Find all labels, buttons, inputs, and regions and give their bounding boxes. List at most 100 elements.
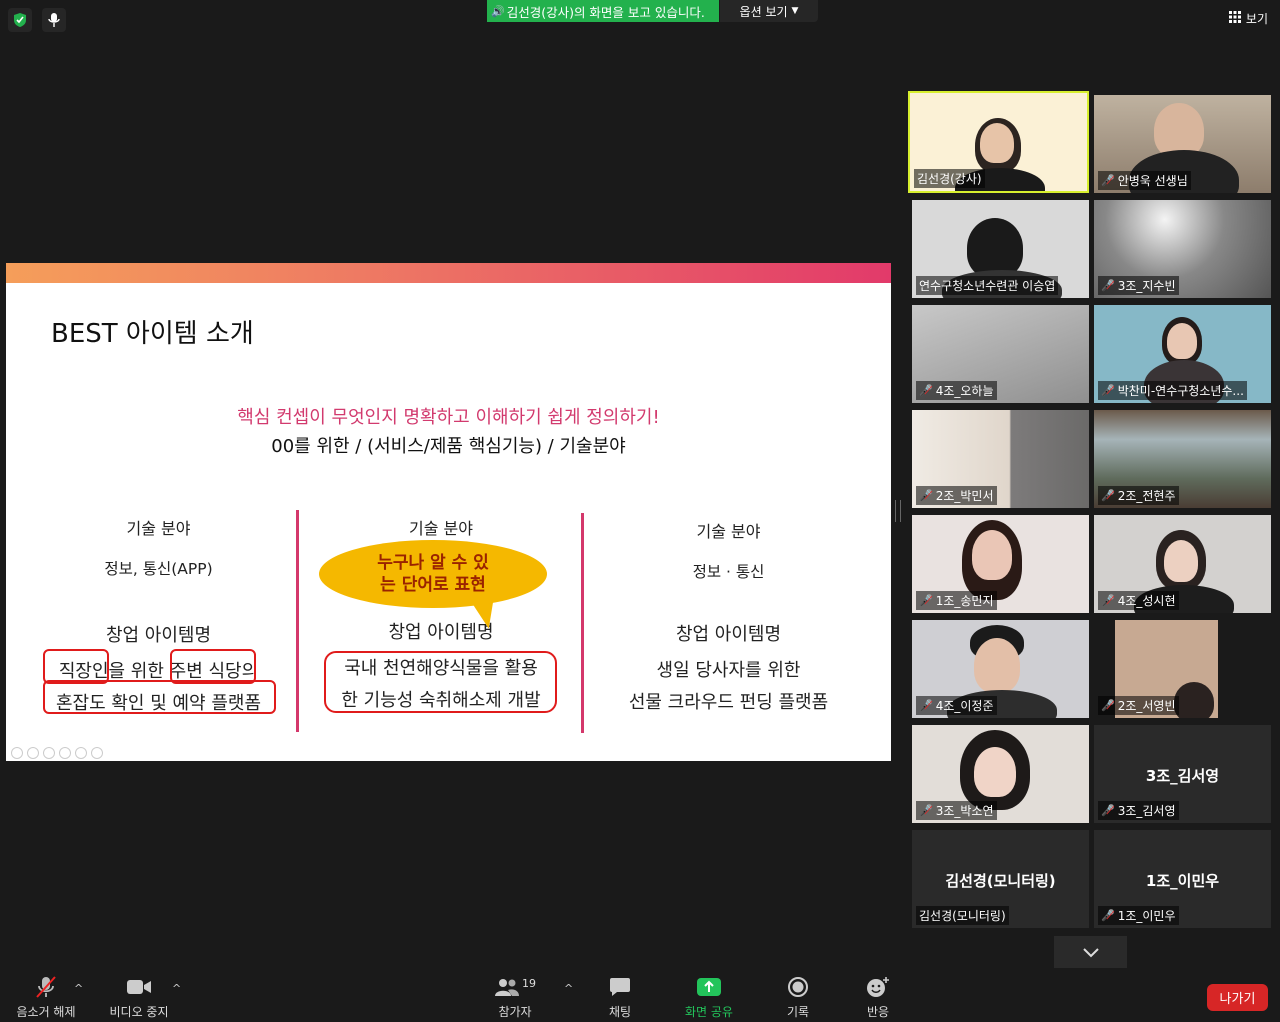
- stop-video-label: 비디오 중지: [109, 1005, 169, 1019]
- column-divider: [296, 510, 299, 732]
- participants-button[interactable]: 19 참가자: [490, 975, 540, 1020]
- participant-tile[interactable]: 김선경(모니터링) 김선경(모니터링): [912, 830, 1089, 928]
- participant-tile[interactable]: 🎤̸ 3조_지수빈: [1094, 200, 1271, 298]
- column-field: 정보, 통신(APP): [104, 560, 213, 578]
- participant-display-name: 1조_이민우: [1145, 872, 1220, 890]
- muted-mic-icon: 🎤̸: [1101, 594, 1115, 607]
- muted-mic-icon: 🎤̸: [1101, 699, 1115, 712]
- speech-bubble: 누구나 알 수 있 는 단어로 표현: [319, 540, 547, 608]
- zoom-icon[interactable]: [75, 747, 87, 759]
- participant-tile[interactable]: 🎤̸ 2조_서영빈: [1094, 620, 1271, 718]
- slide-column-3: 기술 분야 정보 · 통신 창업 아이템명 생일 당사자를 위한 선물 크라우드…: [606, 518, 851, 714]
- record-icon: [776, 975, 820, 999]
- participant-name: 🎤̸ 2조_전현주: [1098, 486, 1179, 505]
- audio-options-caret[interactable]: ^: [74, 982, 83, 995]
- shared-slide: BEST 아이템 소개 핵심 컨셉이 무엇인지 명확하고 이해하기 쉽게 정의하…: [6, 263, 891, 761]
- participant-tile[interactable]: 🎤̸ 2조_박민서: [912, 410, 1089, 508]
- column-item-label: 창업 아이템명: [388, 622, 494, 643]
- chat-bubble-icon: [598, 975, 642, 999]
- participant-name: 🎤̸ 1조_이민우: [1098, 906, 1179, 925]
- bubble-line1: 누구나 알 수 있: [377, 553, 489, 573]
- view-options-label: 옵션 보기: [739, 4, 788, 19]
- stop-video-button[interactable]: 비디오 중지: [104, 975, 174, 1020]
- participant-face: [1167, 323, 1197, 359]
- participant-face: [980, 123, 1014, 163]
- reactions-button[interactable]: 반응: [856, 975, 900, 1020]
- participant-face: [974, 638, 1020, 693]
- participant-tile[interactable]: 🎤̸ 3조_박소연: [912, 725, 1089, 823]
- muted-mic-icon: 🎤̸: [1101, 384, 1115, 397]
- column-divider: [581, 513, 584, 733]
- prev-slide-icon[interactable]: [11, 747, 23, 759]
- muted-mic-icon: 🎤̸: [919, 594, 933, 607]
- slide-controls[interactable]: [11, 747, 103, 759]
- participant-tile[interactable]: 🎤̸ 안병욱 선생님: [1094, 95, 1271, 193]
- leave-meeting-button[interactable]: 나가기: [1207, 984, 1268, 1011]
- participant-tile[interactable]: 🎤̸ 4조_이정준: [912, 620, 1089, 718]
- participant-name: 🎤̸ 박찬미-연수구청소년수...: [1098, 381, 1247, 400]
- share-screen-icon: [680, 975, 738, 999]
- share-screen-button[interactable]: 화면 공유: [680, 975, 738, 1020]
- highlight-box: [43, 680, 276, 714]
- participant-face: [974, 747, 1016, 797]
- highlight-box: [170, 649, 256, 684]
- participant-name: 연수구청소년수련관 이승엽: [916, 276, 1059, 295]
- participant-tile[interactable]: 김선경(강사): [908, 91, 1089, 193]
- participant-tile[interactable]: 1조_이민우 🎤̸ 1조_이민우: [1094, 830, 1271, 928]
- participant-name: 🎤̸ 1조_송민지: [916, 591, 997, 610]
- participant-name: 김선경(모니터링): [916, 906, 1009, 925]
- column-field: 정보 · 통신: [692, 563, 765, 581]
- chevron-down-icon: [1082, 943, 1099, 962]
- gallery-next-page-button[interactable]: [1054, 936, 1127, 968]
- microphone-status-icon[interactable]: [42, 8, 66, 32]
- gallery-view-button[interactable]: 보기: [1228, 10, 1268, 27]
- next-slide-icon[interactable]: [27, 747, 39, 759]
- participant-tile[interactable]: 🎤̸ 박찬미-연수구청소년수...: [1094, 305, 1271, 403]
- participant-display-name: 3조_김서영: [1145, 767, 1220, 785]
- video-options-caret[interactable]: ^: [172, 982, 181, 995]
- slide-subtitle-accent: 핵심 컨셉이 무엇인지 명확하고 이해하기 쉽게 정의하기!: [237, 407, 660, 428]
- record-label: 기록: [786, 1005, 810, 1019]
- muted-mic-icon: 🎤̸: [1101, 279, 1115, 292]
- participant-name: 🎤̸ 2조_서영빈: [1098, 696, 1179, 715]
- participants-icon: 19: [490, 975, 540, 999]
- panel-resize-handle[interactable]: [895, 500, 901, 522]
- participant-name: 김선경(강사): [914, 169, 985, 188]
- share-banner-text: 김선경(강사)의 화면을 보고 있습니다.: [506, 4, 705, 20]
- record-button[interactable]: 기록: [776, 975, 820, 1020]
- highlight-box: [43, 649, 109, 684]
- security-shield-icon[interactable]: [8, 8, 32, 32]
- participant-tile[interactable]: 🎤̸ 4조_오하늘: [912, 305, 1089, 403]
- muted-mic-icon: 🎤̸: [1101, 804, 1115, 817]
- participant-tile[interactable]: 🎤̸ 2조_전현주: [1094, 410, 1271, 508]
- bubble-line2: 는 단어로 표현: [380, 575, 486, 595]
- column-heading: 기술 분야: [696, 522, 761, 541]
- pen-icon[interactable]: [43, 747, 55, 759]
- highlight-box: [324, 651, 557, 713]
- muted-microphone-icon: [12, 975, 80, 999]
- chat-button[interactable]: 채팅: [598, 975, 642, 1020]
- unmute-label: 음소거 해제: [16, 1005, 76, 1019]
- participant-tile[interactable]: 3조_김서영 🎤̸ 3조_김서영: [1094, 725, 1271, 823]
- participant-name: 🎤̸ 3조_지수빈: [1098, 276, 1179, 295]
- speaker-icon: 🔊: [491, 4, 505, 18]
- unmute-button[interactable]: 음소거 해제: [12, 975, 80, 1020]
- participant-name: 🎤̸ 3조_김서영: [1098, 801, 1179, 820]
- participants-options-caret[interactable]: ^: [564, 982, 573, 995]
- participant-tile[interactable]: 연수구청소년수련관 이승엽: [912, 200, 1089, 298]
- slides-icon[interactable]: [59, 747, 71, 759]
- participant-name: 🎤̸ 2조_박민서: [916, 486, 997, 505]
- muted-mic-icon: 🎤̸: [1101, 174, 1115, 187]
- more-icon[interactable]: [91, 747, 103, 759]
- muted-mic-icon: 🎤̸: [919, 699, 933, 712]
- view-options-button[interactable]: 옵션 보기 ▼: [720, 0, 818, 22]
- participant-tile[interactable]: 🎤̸ 4조_성시현: [1094, 515, 1271, 613]
- top-status-icons: [8, 8, 66, 32]
- video-camera-icon: [104, 975, 174, 999]
- grid-icon: [1228, 11, 1241, 26]
- column-item-label: 창업 아이템명: [105, 625, 212, 646]
- muted-mic-icon: 🎤̸: [919, 384, 933, 397]
- participant-tile[interactable]: 🎤̸ 1조_송민지: [912, 515, 1089, 613]
- column-item-label: 창업 아이템명: [675, 624, 782, 645]
- participant-name: 🎤̸ 안병욱 선생님: [1098, 171, 1191, 190]
